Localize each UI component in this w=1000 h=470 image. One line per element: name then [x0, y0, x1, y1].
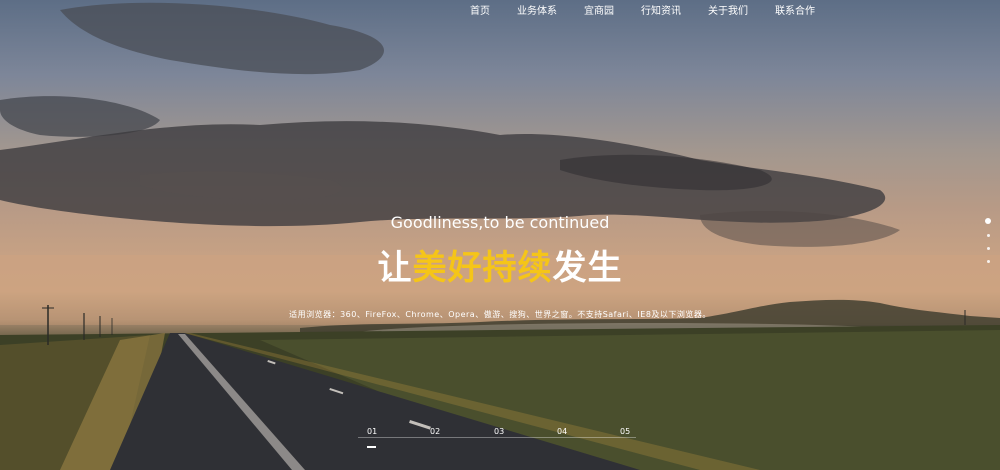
nav-item-about[interactable]: 关于我们 — [708, 6, 748, 18]
headline-highlight: 美好持续 — [412, 248, 553, 288]
side-dot-1[interactable] — [985, 218, 991, 224]
hero-banner: 首页 业务体系 宜商园 行知资讯 关于我们 联系合作 Goodliness,to… — [0, 0, 1000, 470]
landscape-background — [0, 2, 1000, 470]
hero-tagline: Goodliness,to be continued — [390, 213, 610, 232]
slide-pagination: 01 02 03 04 05 — [358, 427, 636, 451]
slide-tab-2[interactable]: 02 — [430, 427, 440, 436]
side-dot-3[interactable] — [986, 247, 990, 250]
slide-tab-5[interactable]: 05 — [620, 427, 630, 436]
nav-item-yishangyuan[interactable]: 宜商园 — [584, 6, 614, 18]
side-pagination — [983, 218, 993, 273]
slide-tab-4[interactable]: 04 — [557, 427, 567, 436]
slider-track — [358, 437, 636, 438]
slide-tab-1[interactable]: 01 — [367, 427, 377, 436]
top-nav: 首页 业务体系 宜商园 行知资讯 关于我们 联系合作 — [470, 6, 842, 18]
side-dot-4[interactable] — [986, 260, 990, 263]
nav-item-news[interactable]: 行知资讯 — [641, 6, 681, 18]
side-dot-2[interactable] — [986, 234, 990, 237]
nav-item-home[interactable]: 首页 — [470, 6, 490, 18]
active-slide-indicator — [367, 446, 376, 448]
headline-part2: 发生 — [552, 248, 623, 288]
slide-tab-3[interactable]: 03 — [494, 427, 504, 436]
nav-item-contact[interactable]: 联系合作 — [775, 6, 815, 18]
hero-headline: 让美好持续发生 — [0, 240, 1000, 289]
nav-item-business[interactable]: 业务体系 — [517, 6, 557, 18]
browser-notice: 适用浏览器：360、FireFox、Chrome、Opera、傲游、搜狗、世界之… — [289, 310, 711, 319]
headline-part1: 让 — [377, 248, 413, 288]
